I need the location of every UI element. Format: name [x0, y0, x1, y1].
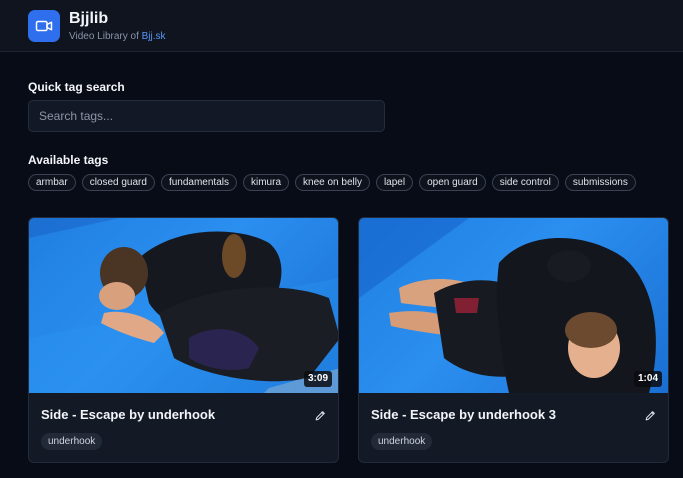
tag-chip-kimura[interactable]: kimura: [243, 174, 290, 191]
tag-chip-submissions[interactable]: submissions: [564, 174, 636, 191]
video-card[interactable]: 3:09 Side - Escape by underhook underhoo…: [28, 217, 339, 463]
video-thumbnail[interactable]: 3:09: [29, 218, 338, 393]
video-title[interactable]: Side - Escape by underhook 3: [371, 407, 556, 422]
video-tag-chip[interactable]: underhook: [371, 433, 433, 450]
logo-tile[interactable]: [28, 10, 60, 42]
tag-chip-fundamentals[interactable]: fundamentals: [160, 174, 237, 191]
tag-chip-open-guard[interactable]: open guard: [419, 174, 486, 191]
video-duration-badge: 1:04: [633, 371, 662, 387]
video-title[interactable]: Side - Escape by underhook: [41, 407, 215, 422]
tag-chip-lapel[interactable]: lapel: [375, 174, 414, 191]
tag-chip-armbar[interactable]: armbar: [28, 174, 76, 191]
tag-search-input[interactable]: [28, 100, 385, 132]
bjj-sk-link[interactable]: Bjj.sk: [142, 31, 166, 42]
pencil-icon: [645, 410, 655, 420]
video-thumbnail[interactable]: 1:04: [359, 218, 668, 393]
tag-list: armbar closed guard fundamentals kimura …: [28, 174, 636, 191]
video-duration-badge: 3:09: [303, 371, 332, 387]
edit-video-button[interactable]: [640, 405, 660, 425]
app-subtitle-prefix: Video Library of: [69, 31, 142, 42]
video-tag-chip[interactable]: underhook: [41, 433, 103, 450]
grappling-thumbnail-image: [29, 218, 338, 393]
app-subtitle: Video Library of Bjj.sk: [69, 31, 166, 42]
tag-chip-closed-guard[interactable]: closed guard: [81, 174, 155, 191]
app-header: Bjjlib Video Library of Bjj.sk: [0, 0, 683, 52]
search-label: Quick tag search: [28, 80, 125, 94]
grappling-thumbnail-image: [359, 218, 656, 393]
edit-video-button[interactable]: [310, 405, 330, 425]
available-tags-label: Available tags: [28, 153, 109, 167]
pencil-icon: [315, 410, 325, 420]
tag-chip-side-control[interactable]: side control: [491, 174, 559, 191]
video-camera-icon: [35, 20, 53, 32]
app-title[interactable]: Bjjlib: [69, 10, 108, 28]
video-card[interactable]: 1:04 Side - Escape by underhook 3 underh…: [358, 217, 669, 463]
tag-chip-knee-on-belly[interactable]: knee on belly: [295, 174, 370, 191]
